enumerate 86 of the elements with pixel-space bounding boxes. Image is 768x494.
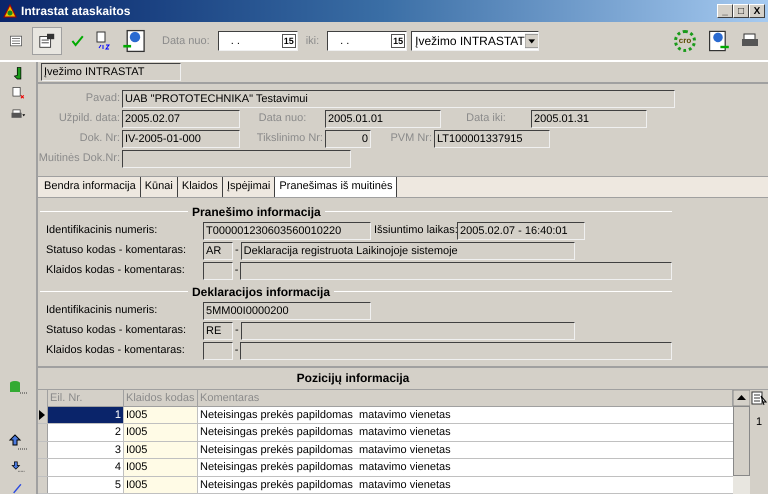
field-label: Muitinės Dok.Nr: [38, 151, 121, 166]
table-cell-text: Neteisingas prekės papildomas matavimo vienetas [199, 408, 452, 422]
scroll-up-icon[interactable] [733, 390, 750, 406]
scrollbar[interactable] [733, 390, 750, 494]
export-document-icon[interactable] [706, 29, 730, 53]
date-to-field[interactable]: . . 15 [327, 31, 408, 51]
text-field[interactable]: Deklaracija registruota Laikinojoje sistemoje [240, 242, 575, 260]
properties-icon [38, 32, 56, 50]
app-logo-icon [3, 4, 17, 18]
text-field[interactable]: T000001230603560010220 [203, 222, 371, 240]
field-label: iki: [306, 34, 320, 49]
calendar-button[interactable]: 15 [282, 34, 296, 48]
row-header-cell[interactable] [38, 424, 48, 440]
calendar-button[interactable]: 15 [391, 34, 406, 48]
table-cell-text: Neteisingas prekės papildomas matavimo vienetas [199, 478, 452, 492]
field-label: Data nuo: [258, 111, 308, 126]
text-field[interactable]: 2005.01.01 [325, 110, 441, 128]
text-field[interactable] [240, 322, 575, 340]
network-badge[interactable]: cro [674, 30, 696, 52]
section-title: Pranešimo informacija [191, 204, 322, 220]
date-from-field[interactable]: . . 15 [218, 31, 298, 51]
table-row[interactable]: 1 I005 Neteisingas prekės papildomas matavimo vienetas [38, 406, 733, 424]
table-cell-text: Neteisingas prekės papildomas matavimo vienetas [199, 425, 452, 440]
text-field[interactable]: LT100001337915 [434, 130, 550, 148]
dash: - [234, 343, 240, 358]
table-cell: I005 [124, 442, 198, 458]
field-label: Data iki: [465, 111, 507, 126]
table-cell: 1 [48, 406, 124, 423]
row-count: 1 [756, 414, 762, 430]
table-cell: I005 [124, 459, 198, 476]
column-picker-icon[interactable] [751, 390, 767, 406]
text-field[interactable]: 2005.02.07 - 16:40:01 [457, 222, 585, 240]
table-cell: I005 [124, 476, 198, 493]
table-row[interactable]: 2 I005 Neteisingas prekės papildomas matavimo vienetas [38, 424, 733, 442]
row-header-cell[interactable] [38, 459, 48, 476]
table-row[interactable]: 3 I005 Neteisingas prekės papildomas matavimo vienetas [38, 442, 733, 459]
dash: - [234, 243, 240, 258]
text-field[interactable]: 2005.01.31 [531, 110, 647, 128]
properties-button[interactable] [32, 27, 62, 55]
field-label: Klaidos kodas - komentaras: [46, 343, 186, 358]
text-field[interactable]: AR [203, 242, 233, 260]
text-field[interactable]: UAB "PROTOTECHNIKA" Testavimui [122, 90, 675, 108]
dash: - [234, 323, 240, 338]
dropdown-arrow-icon[interactable] [524, 33, 538, 49]
field-label: Identifikacinis numeris: [46, 223, 158, 238]
report-type-field[interactable]: Įvežimo INTRASTAT [41, 62, 181, 81]
field-label: Dok. Nr: [78, 131, 121, 146]
close-button[interactable]: X [749, 4, 765, 18]
maximize-button[interactable]: □ [733, 4, 749, 18]
field-label: Statuso kodas - komentaras: [46, 323, 188, 338]
row-header-cell[interactable] [38, 442, 48, 458]
text-field[interactable]: RE [203, 322, 233, 340]
table-row[interactable]: 4 I005 Neteisingas prekės papildomas matavimo vienetas [38, 459, 733, 476]
field-label: PVM Nr: [389, 131, 433, 146]
window-title: Intrastat ataskaitos [21, 3, 130, 20]
text-field[interactable] [240, 262, 672, 280]
row-header-cell[interactable] [38, 476, 48, 493]
minimize-button[interactable]: _ [717, 4, 733, 18]
section-title: Deklaracijos informacija [191, 284, 332, 300]
field-label: Statuso kodas - komentaras: [46, 243, 188, 258]
table-cell-text: Neteisingas prekės papildomas matavimo vienetas [199, 442, 452, 458]
text-field[interactable]: 0 [325, 130, 371, 148]
row-header-cell[interactable] [38, 406, 48, 423]
customs-doc-field[interactable] [122, 150, 351, 168]
field-label: Klaidos kodas - komentaras: [46, 263, 186, 278]
text-field[interactable] [240, 342, 672, 360]
table-title: Pozicijų informacija [296, 370, 410, 387]
text-field[interactable]: 2005.02.07 [122, 110, 240, 128]
field-label: Tikslinimo Nr: [256, 131, 324, 146]
tab[interactable]: Pranešimas iš muitinės [275, 176, 398, 196]
table-cell-text: Neteisingas prekės papildomas matavimo vienetas [199, 460, 452, 475]
table-row[interactable]: 5 I005 Neteisingas prekės papildomas matavimo vienetas [38, 476, 733, 494]
table-cell: I005 [124, 424, 198, 440]
dash: - [234, 263, 240, 278]
field-label: Identifikacinis numeris: [46, 303, 158, 318]
table-cell: I005 [124, 406, 198, 423]
current-row-icon [38, 410, 46, 420]
text-field[interactable] [202, 342, 233, 360]
text-field[interactable]: IV-2005-01-000 [122, 130, 240, 148]
field-label: Pavad: [84, 91, 121, 106]
field-label: Išsiuntimo laikas: [374, 223, 457, 238]
field-label: Užpild. data: [58, 111, 121, 126]
type-dropdown[interactable]: Įvežimo INTRASTAT [411, 31, 540, 51]
text-field[interactable]: 5MM00I0000200 [203, 302, 371, 320]
field-label: Data nuo: [162, 34, 210, 49]
text-field[interactable] [202, 262, 233, 280]
